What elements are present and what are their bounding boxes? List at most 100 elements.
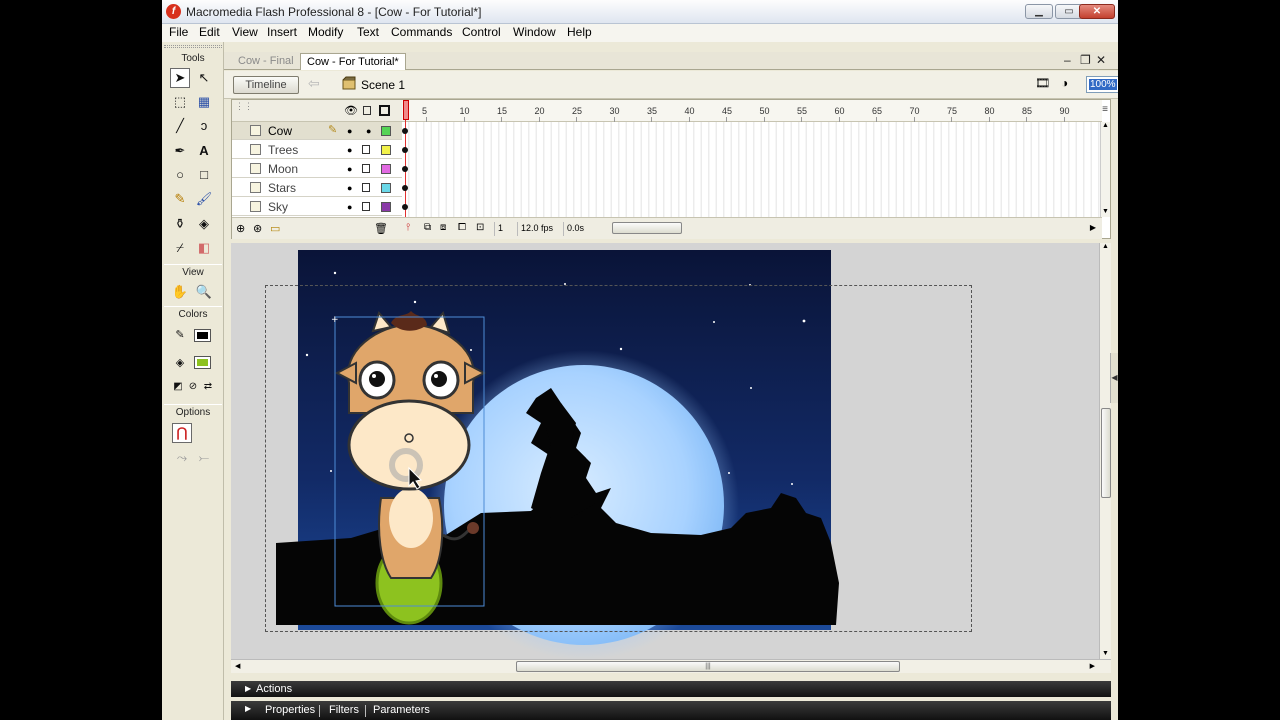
layer-row-trees[interactable]: Trees ●	[232, 141, 402, 159]
layer-name[interactable]: Trees	[268, 143, 298, 157]
layer-row-sky[interactable]: Sky ●	[232, 198, 402, 216]
layer-name[interactable]: Stars	[268, 181, 296, 195]
insert-layer-icon[interactable]: ⊕	[236, 222, 245, 235]
add-motion-guide-icon[interactable]: ⊛	[253, 222, 262, 235]
visibility-dot-icon[interactable]: ●	[347, 145, 352, 155]
timeline-menu-icon[interactable]: ≡	[1102, 104, 1108, 115]
free-transform-tool-icon[interactable]: ⬚	[170, 92, 190, 112]
visibility-dot-icon[interactable]: ●	[347, 183, 352, 193]
scroll-up-icon[interactable]: ▲	[1102, 122, 1109, 129]
tab-cow-final[interactable]: Cow - Final	[232, 53, 300, 70]
expand-triangle-icon[interactable]: ▶	[245, 684, 251, 693]
center-frame-icon[interactable]: ⫯	[406, 222, 410, 233]
actions-panel-title[interactable]: Actions	[256, 683, 292, 695]
timeline-horizontal-scroll-thumb[interactable]	[612, 222, 682, 234]
expand-triangle-icon[interactable]: ▶	[245, 704, 251, 713]
show-hide-all-icon[interactable]: 👁	[344, 104, 358, 117]
subselection-tool-icon[interactable]: ↖	[194, 68, 214, 88]
pen-tool-icon[interactable]: ✒	[170, 141, 190, 161]
hand-tool-icon[interactable]: ✋	[170, 282, 190, 302]
layer-name[interactable]: Cow	[268, 124, 292, 138]
swap-colors-icon[interactable]: ⇄	[198, 377, 218, 397]
frame-ruler[interactable]: 5 10 15 20 25 30 35 40 45 50 55 60 65 70 75 80 85 90	[402, 100, 1102, 122]
text-tool-icon[interactable]: A	[194, 141, 214, 161]
scroll-up-icon[interactable]: ▲	[1102, 243, 1109, 250]
stroke-color-swatch[interactable]	[194, 329, 211, 342]
edit-scene-icon[interactable]: 🎞	[1035, 76, 1053, 92]
frame-rate-readout[interactable]: 12.0 fps	[517, 222, 556, 236]
visibility-dot-icon[interactable]: ●	[347, 202, 352, 212]
straighten-icon[interactable]: ⤚	[194, 448, 214, 468]
lock-icon[interactable]	[362, 164, 370, 173]
close-button[interactable]: ✕	[1079, 4, 1115, 19]
keyframe-dot[interactable]	[402, 147, 408, 153]
zoom-tool-icon[interactable]: 🔍	[194, 282, 214, 302]
stage-workspace[interactable]: + ▲ ▼	[231, 243, 1111, 659]
layer-name[interactable]: Sky	[268, 200, 288, 214]
layer-name[interactable]: Moon	[268, 162, 298, 176]
tab-cow-for-tutorial[interactable]: Cow - For Tutorial*	[300, 53, 406, 70]
back-arrow-icon[interactable]: ⇦	[308, 75, 320, 92]
edit-symbols-icon[interactable]: ◑	[1061, 76, 1079, 92]
onion-skin-icon[interactable]: ⧉	[424, 222, 431, 233]
menu-window[interactable]: Window	[513, 25, 556, 39]
playhead[interactable]	[403, 100, 409, 217]
visibility-dot-icon[interactable]: ●	[347, 164, 352, 174]
lock-icon[interactable]	[362, 145, 370, 154]
snap-to-objects-icon[interactable]: ⋂	[172, 423, 192, 443]
menu-help[interactable]: Help	[567, 25, 592, 39]
layer-row-cow[interactable]: Cow ✎ ● ●	[232, 122, 402, 140]
doc-minimize-button[interactable]: ‒	[1064, 53, 1071, 67]
layer-outline-color[interactable]	[381, 164, 391, 174]
lock-icon[interactable]	[362, 183, 370, 192]
eraser-tool-icon[interactable]: ◧	[194, 238, 214, 258]
scroll-right-icon[interactable]: ▶	[1090, 223, 1096, 232]
flash-app-icon[interactable]: f	[166, 4, 181, 19]
doc-close-button[interactable]: ✕	[1096, 53, 1106, 67]
oval-tool-icon[interactable]: ○	[170, 165, 190, 185]
stage-vertical-scroll-thumb[interactable]	[1101, 408, 1111, 498]
ink-bottle-tool-icon[interactable]: ⚱	[170, 214, 190, 234]
stage-vertical-scrollbar[interactable]: ▲ ▼	[1099, 243, 1111, 659]
gradient-transform-tool-icon[interactable]: ▦	[194, 92, 214, 112]
panel-collapse-handle[interactable]: ◀	[1110, 353, 1118, 403]
frame-grid[interactable]	[402, 122, 1102, 217]
scroll-left-icon[interactable]: ◀	[235, 662, 240, 670]
pencil-tool-icon[interactable]: ✎	[170, 189, 190, 209]
rectangle-tool-icon[interactable]: □	[194, 165, 214, 185]
visibility-dot-icon[interactable]: ●	[347, 126, 352, 136]
parameters-tab[interactable]: Parameters	[373, 704, 430, 716]
layer-row-moon[interactable]: Moon ●	[232, 160, 402, 178]
menu-text[interactable]: Text	[357, 25, 379, 39]
keyframe-dot[interactable]	[402, 185, 408, 191]
keyframe-dot[interactable]	[402, 166, 408, 172]
scroll-right-icon[interactable]: ▶	[1090, 662, 1095, 670]
zoom-select[interactable]: 100% ▼	[1086, 76, 1118, 93]
brush-tool-icon[interactable]: 🖌	[194, 189, 214, 209]
keyframe-dot[interactable]	[402, 128, 408, 134]
keyframe-dot[interactable]	[402, 204, 408, 210]
stage-horizontal-scrollbar[interactable]: ◀ ||| ▶	[231, 659, 1111, 673]
menu-insert[interactable]: Insert	[267, 25, 297, 39]
properties-tab[interactable]: Properties	[265, 704, 315, 716]
smooth-icon[interactable]: ⤳	[172, 448, 192, 468]
eyedropper-tool-icon[interactable]: ⌿	[170, 238, 190, 258]
layer-outline-color[interactable]	[381, 183, 391, 193]
minimize-button[interactable]: ▁	[1025, 4, 1053, 19]
layer-row-stars[interactable]: Stars ●	[232, 179, 402, 197]
doc-restore-button[interactable]: ❐	[1080, 53, 1091, 67]
timeline-toggle-button[interactable]: Timeline	[233, 76, 299, 94]
insert-folder-icon[interactable]: ▭	[270, 222, 280, 235]
actions-panel-bar[interactable]: ▶ Actions	[231, 681, 1111, 697]
menu-view[interactable]: View	[232, 25, 258, 39]
menu-modify[interactable]: Modify	[308, 25, 343, 39]
lock-icon[interactable]	[362, 202, 370, 211]
lasso-tool-icon[interactable]: ↄ	[194, 116, 214, 136]
layer-outline-color[interactable]	[381, 145, 391, 155]
lock-dot-icon[interactable]: ●	[366, 126, 371, 136]
menu-edit[interactable]: Edit	[199, 25, 220, 39]
menu-file[interactable]: File	[169, 25, 188, 39]
modify-onion-markers-icon[interactable]: ⊡	[476, 222, 484, 233]
layer-outline-color[interactable]	[381, 202, 391, 212]
properties-panel-bar[interactable]: ▶ Properties Filters Parameters	[231, 701, 1111, 720]
